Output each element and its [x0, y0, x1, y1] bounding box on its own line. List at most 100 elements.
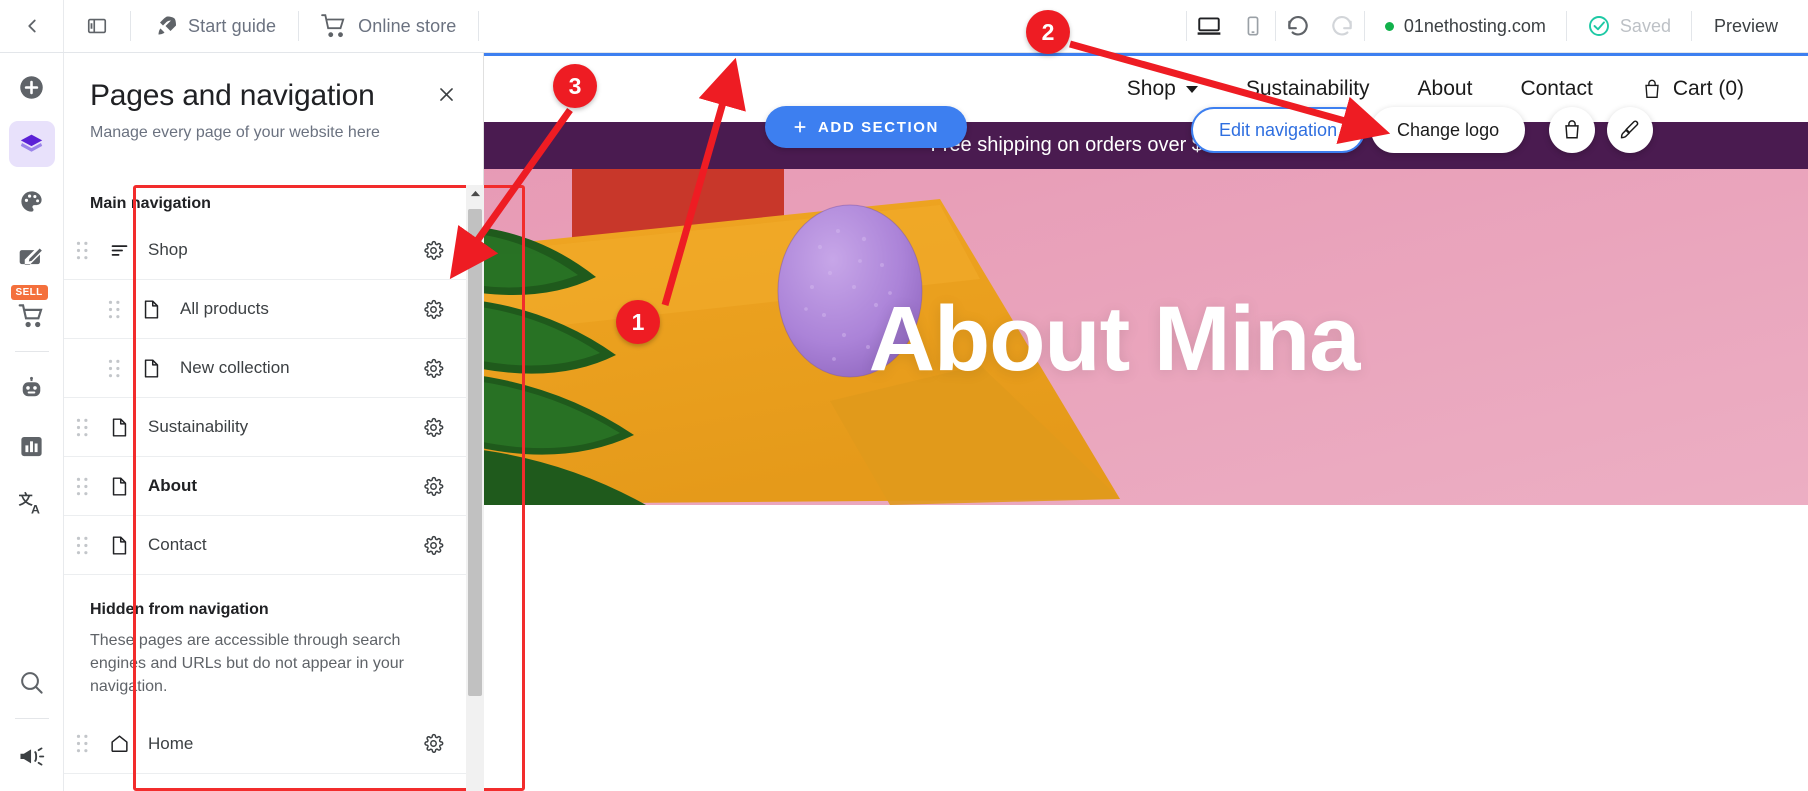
- translate-icon: 文A: [19, 491, 40, 516]
- page-icon: [112, 476, 126, 496]
- rail-bottom-group: [9, 648, 55, 791]
- gear-icon: [424, 733, 444, 753]
- desktop-view-button[interactable]: [1187, 4, 1231, 48]
- drag-handle-icon: [76, 734, 87, 753]
- close-panel-button[interactable]: [431, 79, 461, 109]
- mobile-view-button[interactable]: [1231, 4, 1275, 48]
- announcement-bar[interactable]: Free shipping on orders over $50 amount: [420, 122, 1808, 169]
- site-nav-item-contact[interactable]: Contact: [1496, 77, 1616, 101]
- svg-text:A: A: [31, 502, 40, 516]
- edit-navigation-label: Edit navigation: [1219, 119, 1338, 140]
- nav-item-shop[interactable]: Shop: [64, 221, 466, 280]
- shopping-bag-icon: [1565, 120, 1579, 139]
- rail-item-search[interactable]: [9, 659, 55, 705]
- drag-handle[interactable]: [64, 241, 100, 260]
- chevron-left-icon: [27, 19, 36, 33]
- start-guide-button[interactable]: Start guide: [131, 0, 298, 52]
- nav-item-settings-button[interactable]: [423, 733, 444, 754]
- rail-item-announcements[interactable]: [9, 733, 55, 779]
- nav-item-sustainability[interactable]: Sustainability: [64, 398, 466, 457]
- annotation-marker-3: 3: [553, 64, 597, 108]
- nav-item-icon: [100, 733, 138, 754]
- nav-item-settings-button[interactable]: [423, 535, 444, 556]
- online-store-button[interactable]: Online store: [299, 0, 478, 52]
- mobile-icon: [1247, 16, 1259, 36]
- nav-item-settings-button[interactable]: [423, 476, 444, 497]
- main-navigation-label: Main navigation: [90, 195, 211, 212]
- change-logo-button[interactable]: Change logo: [1371, 107, 1526, 153]
- drag-handle[interactable]: [64, 477, 100, 496]
- rail-item-store[interactable]: SELL: [9, 285, 55, 338]
- nav-item-settings-button[interactable]: [423, 417, 444, 438]
- save-status: Saved: [1567, 14, 1691, 38]
- gear-icon: [424, 476, 444, 496]
- edit-navigation-button[interactable]: Edit navigation: [1191, 107, 1366, 153]
- site-nav-item-cart-0[interactable]: Cart (0): [1617, 77, 1768, 101]
- nav-item-icon: [100, 240, 138, 261]
- editor-topbar: Start guide Online store 01nethosting.co…: [0, 0, 1808, 53]
- add-section-button[interactable]: ADD SECTION: [765, 106, 967, 148]
- nav-item-all-products[interactable]: All products: [64, 280, 466, 339]
- nav-item-settings-button[interactable]: [423, 358, 444, 379]
- rail-item-design[interactable]: [9, 178, 55, 224]
- nav-item-label: About: [148, 476, 198, 495]
- drag-handle-icon: [108, 300, 119, 318]
- site-nav-label: About: [1417, 77, 1473, 100]
- drag-handle[interactable]: [64, 536, 100, 555]
- drag-handle[interactable]: [96, 300, 132, 319]
- nav-item-label: All products: [180, 299, 269, 318]
- close-icon: [439, 87, 453, 101]
- rail-divider: [14, 351, 49, 352]
- desktop-icon: [1197, 17, 1221, 35]
- scrollbar-thumb[interactable]: [468, 209, 482, 696]
- drag-handle[interactable]: [64, 418, 100, 437]
- sell-badge: SELL: [10, 285, 48, 300]
- drag-handle[interactable]: [96, 359, 132, 378]
- panel-toggle-icon: [87, 18, 107, 34]
- robot-icon: [22, 376, 41, 396]
- undo-button[interactable]: [1276, 4, 1320, 48]
- back-button[interactable]: [0, 0, 64, 52]
- plus-icon: [794, 121, 806, 133]
- nav-item-settings-button[interactable]: [423, 299, 444, 320]
- redo-icon: [1332, 16, 1352, 36]
- drag-handle-icon: [76, 418, 87, 436]
- rail-item-pages[interactable]: [8, 121, 55, 167]
- site-nav-item-shop[interactable]: Shop: [1103, 77, 1222, 101]
- preview-button[interactable]: Preview: [1692, 16, 1800, 37]
- search-icon: [21, 671, 43, 694]
- rail-item-blog[interactable]: [9, 235, 55, 281]
- rail-item-apps[interactable]: [9, 366, 55, 412]
- cart-settings-button[interactable]: [1549, 107, 1595, 153]
- nav-item-label: Home: [148, 733, 194, 753]
- site-preview-canvas: Shop Sustainability About Contact Cart (0) F…: [420, 53, 1808, 791]
- drag-handle[interactable]: [64, 734, 100, 753]
- rail-item-languages[interactable]: 文A: [9, 480, 55, 526]
- nav-item-new-collection[interactable]: New collection: [64, 339, 466, 398]
- sidebar-toggle-button[interactable]: [64, 0, 130, 52]
- style-brush-button[interactable]: [1607, 107, 1653, 153]
- nav-item-home[interactable]: Home: [64, 715, 466, 774]
- site-nav-item-sustainability[interactable]: Sustainability: [1222, 77, 1394, 101]
- add-section-label: ADD SECTION: [818, 118, 939, 136]
- redo-button[interactable]: [1320, 4, 1364, 48]
- saved-label: Saved: [1619, 15, 1671, 36]
- shopping-cart-icon: [18, 303, 43, 327]
- nav-item-about[interactable]: About: [64, 457, 466, 516]
- nav-item-icon: [100, 417, 138, 438]
- page-icon: [144, 358, 158, 378]
- nav-item-contact[interactable]: Contact: [64, 516, 466, 575]
- rail-item-analytics[interactable]: [9, 423, 55, 469]
- hidden-navigation-list: Home: [64, 715, 466, 774]
- bar-chart-icon: [21, 436, 42, 456]
- nav-item-settings-button[interactable]: [423, 240, 444, 261]
- rail-item-add[interactable]: [9, 64, 55, 110]
- site-nav-item-about[interactable]: About: [1394, 77, 1497, 114]
- page-title: Pages and navigation: [90, 79, 375, 112]
- site-domain-button[interactable]: 01nethosting.com: [1365, 16, 1566, 37]
- nav-item-icon: [100, 476, 138, 497]
- preview-label: Preview: [1713, 15, 1778, 36]
- scroll-up-button[interactable]: [466, 185, 484, 202]
- panel-scrollbar[interactable]: [466, 185, 484, 791]
- check-circle-icon: [1588, 16, 1609, 36]
